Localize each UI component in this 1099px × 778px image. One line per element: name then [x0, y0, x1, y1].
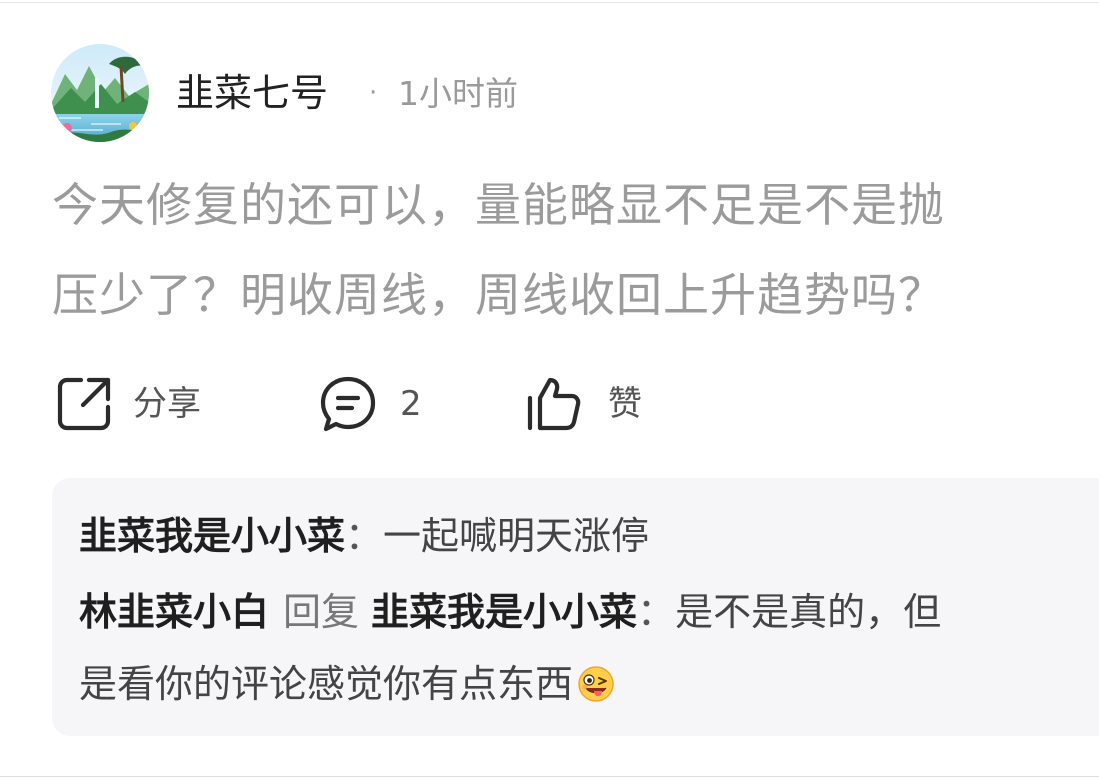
- reply-author[interactable]: 林韭菜小白: [79, 590, 269, 634]
- reply-text: 是不是真的，但: [675, 590, 942, 634]
- reply-text: 一起喊明天涨停: [383, 514, 650, 558]
- like-label: 赞: [608, 384, 642, 424]
- comment-count: 2: [400, 384, 422, 424]
- reply-separator: ：: [637, 590, 676, 634]
- like-button[interactable]: 赞: [524, 374, 642, 434]
- post-content-line[interactable]: 今天修复的还可以，量能略显不足是不是抛: [52, 177, 945, 233]
- post-timestamp: 1小时前: [398, 74, 518, 113]
- bottom-divider: [0, 776, 1099, 777]
- winking-face-with-tongue-icon: [577, 665, 615, 703]
- reply-to-author[interactable]: 韭菜我是小小菜: [371, 590, 637, 634]
- share-button[interactable]: 分享: [55, 374, 201, 434]
- share-icon: [55, 374, 115, 434]
- comment-icon: [318, 374, 378, 434]
- reply-continuation[interactable]: 是看你的评论感觉你有点东西: [79, 660, 615, 708]
- meta-separator: ·: [369, 78, 378, 108]
- post-content-line[interactable]: 压少了？明收周线，周线收回上升趋势吗？: [52, 267, 945, 323]
- share-label: 分享: [133, 384, 201, 424]
- reply-text-continued: 是看你的评论感觉你有点东西: [79, 662, 574, 706]
- thumbs-up-icon: [524, 374, 584, 434]
- reply-author[interactable]: 韭菜我是小小菜: [79, 514, 345, 558]
- reply-item[interactable]: 林韭菜小白 回复 韭菜我是小小菜：是不是真的，但: [79, 588, 941, 636]
- top-divider: [0, 2, 1099, 3]
- replies-panel[interactable]: 韭菜我是小小菜：一起喊明天涨停 林韭菜小白 回复 韭菜我是小小菜：是不是真的，但 是…: [52, 478, 1099, 736]
- post-card: 韭菜七号 · 1小时前 今天修复的还可以，量能略显不足是不是抛 压少了？明收周线…: [0, 0, 1099, 778]
- comment-button[interactable]: 2: [318, 374, 422, 434]
- avatar[interactable]: [51, 44, 149, 142]
- reply-item[interactable]: 韭菜我是小小菜：一起喊明天涨停: [79, 512, 649, 560]
- reply-verb: 回复: [283, 590, 360, 634]
- post-author-name[interactable]: 韭菜七号: [176, 70, 328, 116]
- reply-separator: ：: [345, 514, 384, 558]
